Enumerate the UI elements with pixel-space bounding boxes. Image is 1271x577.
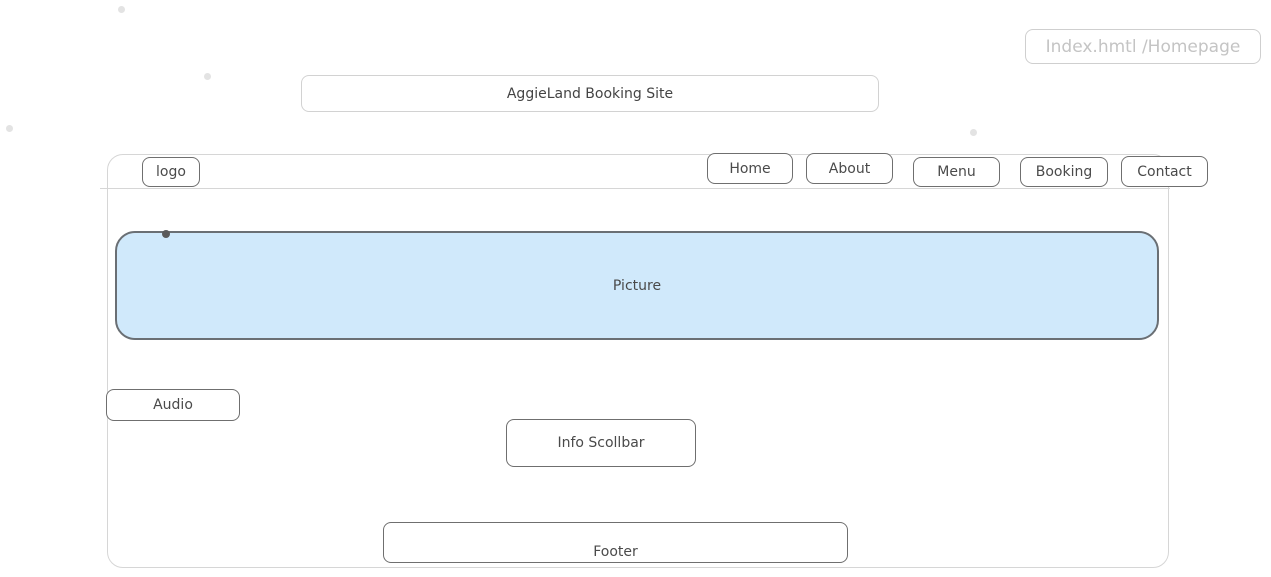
header-divider	[100, 188, 1170, 189]
decor-dot	[204, 73, 211, 80]
picture-placeholder: Picture	[115, 231, 1159, 340]
nav-about-button[interactable]: About	[806, 153, 893, 184]
logo-box[interactable]: logo	[142, 157, 200, 187]
footer-label: Footer	[593, 544, 638, 560]
nav-home-button[interactable]: Home	[707, 153, 793, 184]
page-label: Index.hmtl /Homepage	[1025, 29, 1261, 64]
wireframe-canvas: Index.hmtl /Homepage AggieLand Booking S…	[0, 0, 1271, 577]
decor-dot	[118, 6, 125, 13]
nav-booking-button[interactable]: Booking	[1020, 157, 1108, 187]
audio-player-box[interactable]: Audio	[106, 389, 240, 421]
decor-dot	[970, 129, 977, 136]
site-title-box: AggieLand Booking Site	[301, 75, 879, 112]
footer-box: Footer	[383, 522, 848, 563]
decor-dot	[6, 125, 13, 132]
anchor-dot	[162, 230, 170, 238]
nav-menu-button[interactable]: Menu	[913, 157, 1000, 187]
info-scrollbar-box[interactable]: Info Scollbar	[506, 419, 696, 467]
page-frame	[107, 154, 1169, 568]
nav-contact-button[interactable]: Contact	[1121, 156, 1208, 187]
